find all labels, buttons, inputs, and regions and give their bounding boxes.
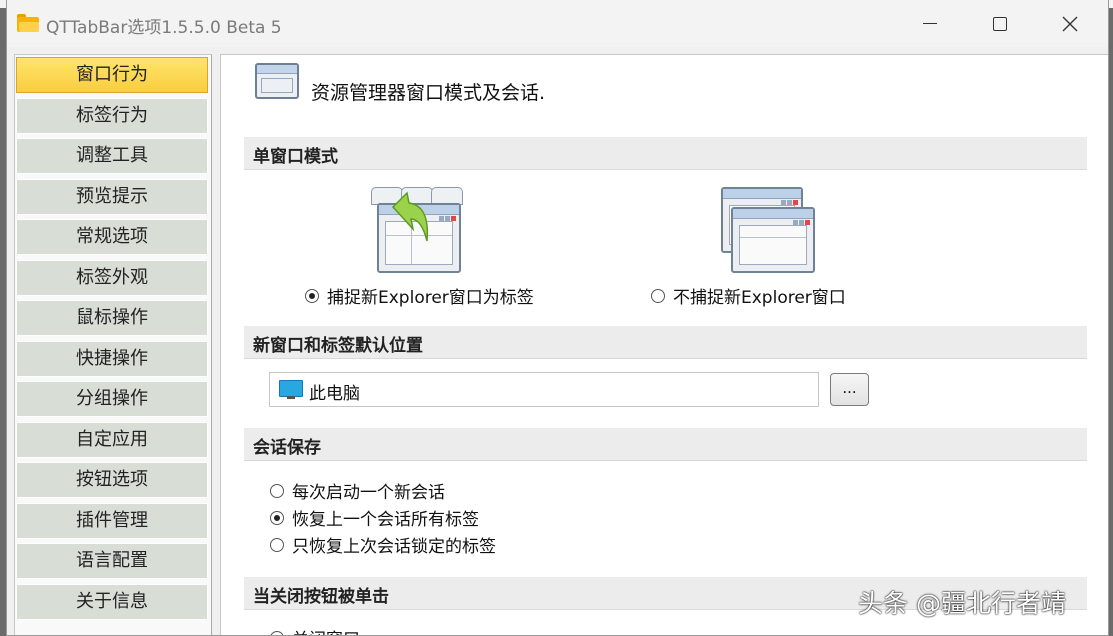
section-title: 当关闭按钮被单击 xyxy=(253,582,389,607)
sidebar-item-groups[interactable]: 分组操作 xyxy=(16,381,208,417)
radio-button[interactable] xyxy=(270,484,284,498)
option-label: 关闭窗口 xyxy=(292,625,360,636)
sidebar-item-shortcuts[interactable]: 快捷操作 xyxy=(16,341,208,377)
sidebar-nav: 窗口行为 标签行为 调整工具 预览提示 常规选项 标签外观 鼠标操作 快捷操作 … xyxy=(14,54,212,636)
sidebar-item-mouse[interactable]: 鼠标操作 xyxy=(16,300,208,336)
maximize-button[interactable] xyxy=(965,0,1035,47)
options-panel: 资源管理器窗口模式及会话. 单窗口模式 xyxy=(220,54,1109,636)
section-title: 新窗口和标签默认位置 xyxy=(253,331,423,356)
close-button[interactable] xyxy=(1035,0,1105,47)
title-bar[interactable]: QTTabBar选项1.5.5.0 Beta 5 xyxy=(7,0,1108,47)
option-label: 捕捉新Explorer窗口为标签 xyxy=(327,283,534,308)
folder-icon xyxy=(17,14,39,32)
default-location-input[interactable]: 此电脑 xyxy=(269,372,819,407)
watermark: 头条 @疆北行者靖 xyxy=(858,584,1066,620)
sidebar-item-about[interactable]: 关于信息 xyxy=(16,584,208,620)
green-arrow-icon xyxy=(385,191,431,251)
location-value: 此电脑 xyxy=(309,379,360,404)
session-option-restore-all[interactable]: 恢复上一个会话所有标签 xyxy=(270,505,479,530)
session-option-restore-locked[interactable]: 只恢复上次会话锁定的标签 xyxy=(270,532,496,557)
sidebar-item-tab-behavior[interactable]: 标签行为 xyxy=(16,98,208,134)
sidebar-item-tab-appearance[interactable]: 标签外观 xyxy=(16,260,208,296)
sidebar-item-apps[interactable]: 自定应用 xyxy=(16,422,208,458)
no-capture-explorer-option[interactable]: 不捕捉新Explorer窗口 xyxy=(651,283,846,308)
option-label: 每次启动一个新会话 xyxy=(292,478,445,503)
option-label: 恢复上一个会话所有标签 xyxy=(292,505,479,530)
window-icon xyxy=(255,63,299,99)
section-header-session: 会话保存 xyxy=(244,428,1087,461)
sidebar-item-plugins[interactable]: 插件管理 xyxy=(16,503,208,539)
multi-window-illustration-icon xyxy=(717,185,817,275)
window-title: QTTabBar选项1.5.5.0 Beta 5 xyxy=(46,13,282,38)
capture-tabs-illustration-icon xyxy=(369,185,464,275)
section-title: 单窗口模式 xyxy=(253,142,338,167)
page-title: 资源管理器窗口模式及会话. xyxy=(311,78,545,105)
sidebar-item-language[interactable]: 语言配置 xyxy=(16,543,208,579)
radio-button[interactable] xyxy=(270,631,284,636)
maximize-icon xyxy=(993,17,1007,31)
close-option-close-window[interactable]: 关闭窗口 xyxy=(270,625,360,636)
radio-button[interactable] xyxy=(651,289,665,303)
sidebar-item-tweaks[interactable]: 调整工具 xyxy=(16,138,208,174)
section-header-default-location: 新窗口和标签默认位置 xyxy=(244,326,1087,359)
minimize-button[interactable] xyxy=(895,0,965,47)
option-label: 不捕捉新Explorer窗口 xyxy=(673,283,846,308)
radio-button[interactable] xyxy=(305,289,319,303)
radio-button[interactable] xyxy=(270,511,284,525)
close-icon xyxy=(1062,16,1078,32)
section-header-single-window: 单窗口模式 xyxy=(244,137,1087,170)
session-option-new[interactable]: 每次启动一个新会话 xyxy=(270,478,445,503)
capture-explorer-option[interactable]: 捕捉新Explorer窗口为标签 xyxy=(305,283,534,308)
sidebar-item-preview-tips[interactable]: 预览提示 xyxy=(16,179,208,215)
options-window: QTTabBar选项1.5.5.0 Beta 5 窗口行为 标签行为 调整工具 … xyxy=(6,0,1109,636)
radio-button[interactable] xyxy=(270,538,284,552)
sidebar-item-buttons[interactable]: 按钮选项 xyxy=(16,462,208,498)
sidebar-item-general[interactable]: 常规选项 xyxy=(16,219,208,255)
option-label: 只恢复上次会话锁定的标签 xyxy=(292,532,496,557)
minimize-icon xyxy=(923,23,937,24)
section-title: 会话保存 xyxy=(253,433,321,458)
sidebar-item-window-behavior[interactable]: 窗口行为 xyxy=(16,57,208,93)
browse-button[interactable]: ... xyxy=(830,373,869,406)
computer-icon xyxy=(279,380,303,397)
